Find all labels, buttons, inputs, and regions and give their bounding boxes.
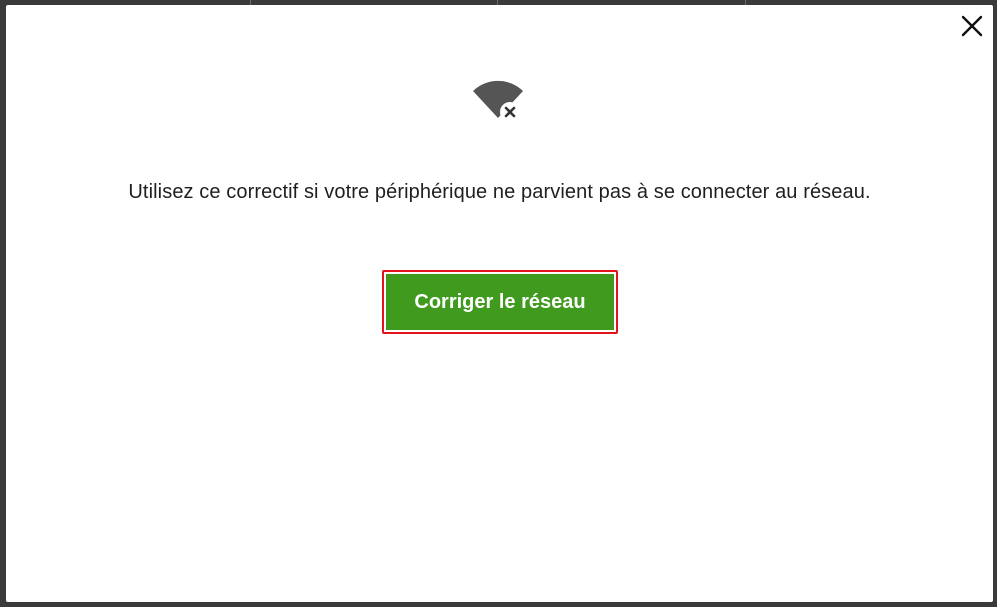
network-fix-dialog: Utilisez ce correctif si votre périphéri… xyxy=(6,5,993,602)
fix-button-highlight: Corriger le réseau xyxy=(382,270,618,334)
close-icon xyxy=(961,15,983,37)
close-button[interactable] xyxy=(959,13,985,39)
wifi-disconnected-icon xyxy=(473,80,523,122)
dialog-message: Utilisez ce correctif si votre périphéri… xyxy=(128,181,871,203)
fix-network-button[interactable]: Corriger le réseau xyxy=(386,274,614,330)
